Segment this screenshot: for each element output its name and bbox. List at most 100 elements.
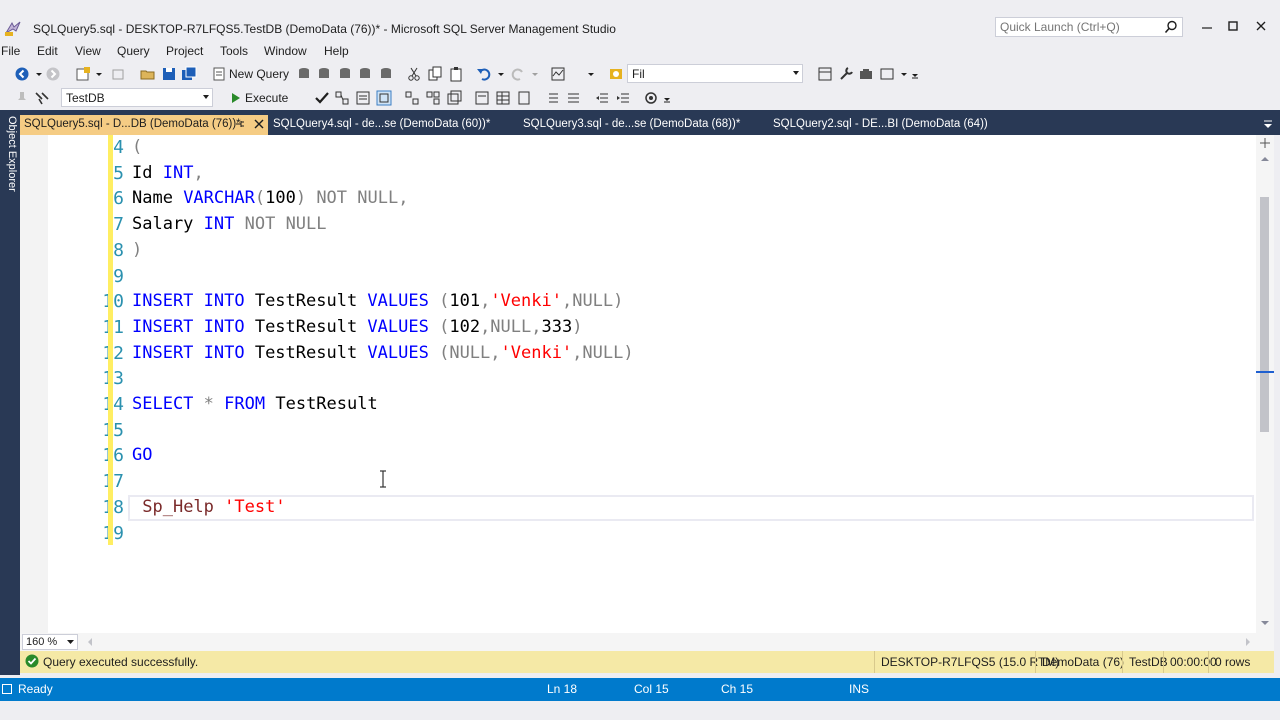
tab-sqlquery3[interactable]: SQLQuery3.sql - de...se (DemoData (68))* xyxy=(519,115,765,135)
estimated-plan-icon[interactable] xyxy=(334,90,350,106)
quick-launch-box[interactable] xyxy=(995,17,1183,37)
code-line: ( xyxy=(132,137,143,157)
chevron-down-icon[interactable] xyxy=(203,95,209,99)
close-button[interactable] xyxy=(1250,17,1272,37)
pin-tab-icon[interactable] xyxy=(235,119,245,129)
cut-icon[interactable] xyxy=(406,66,422,82)
code-line: Id INT, xyxy=(132,162,204,183)
forward-icon[interactable] xyxy=(45,66,61,82)
status-line: Ln 18 xyxy=(547,682,578,696)
decrease-indent-icon[interactable] xyxy=(594,90,610,106)
live-stats-icon[interactable] xyxy=(425,90,441,106)
tab-sqlquery5[interactable]: SQLQuery5.sql - D...DB (DemoData (76))* xyxy=(20,115,268,135)
database-selector[interactable]: TestDB xyxy=(61,88,213,107)
menu-query[interactable]: Query xyxy=(117,44,150,58)
toolbar-overflow-icon[interactable] xyxy=(660,90,676,106)
search-icon[interactable] xyxy=(1164,20,1178,34)
open-folder-icon[interactable] xyxy=(140,66,156,82)
menu-window[interactable]: Window xyxy=(264,44,307,58)
dropdown-arrow-icon[interactable] xyxy=(91,66,107,82)
pin-icon[interactable] xyxy=(14,90,30,106)
toolbar-overflow-icon[interactable] xyxy=(908,66,924,82)
find-combo[interactable]: Fil xyxy=(627,64,803,83)
save-all-icon[interactable] xyxy=(181,66,197,82)
include-plan-icon[interactable] xyxy=(404,90,420,106)
add-item-icon[interactable] xyxy=(110,66,126,82)
scroll-left-icon[interactable] xyxy=(86,637,94,647)
chevron-down-icon[interactable] xyxy=(793,71,799,75)
tab-sqlquery2[interactable]: SQLQuery2.sql - DE...BI (DemoData (64)) xyxy=(769,115,1015,135)
dropdown-arrow-icon[interactable] xyxy=(583,66,599,82)
wrench-icon[interactable] xyxy=(838,66,854,82)
minimize-button[interactable] xyxy=(1196,17,1218,37)
success-check-icon xyxy=(25,654,39,668)
scroll-up-icon[interactable] xyxy=(1260,155,1270,163)
maximize-button[interactable] xyxy=(1222,17,1244,37)
undo-icon[interactable] xyxy=(476,66,492,82)
new-query-button[interactable]: New Query xyxy=(229,67,289,81)
comment-lines-icon[interactable] xyxy=(545,90,561,106)
new-query-icon[interactable] xyxy=(211,66,227,82)
menu-help[interactable]: Help xyxy=(324,44,349,58)
save-icon[interactable] xyxy=(161,66,177,82)
execute-play-icon[interactable] xyxy=(228,90,244,106)
dropdown-arrow-icon[interactable] xyxy=(493,66,509,82)
paste-icon[interactable] xyxy=(448,66,464,82)
menu-edit[interactable]: Edit xyxy=(37,44,58,58)
tab-list-icon[interactable] xyxy=(1262,118,1274,130)
results-grid-icon[interactable] xyxy=(495,90,511,106)
results-to-grid-icon[interactable] xyxy=(376,90,392,106)
database-query-icon[interactable] xyxy=(296,66,312,82)
tab-sqlquery4[interactable]: SQLQuery4.sql - de...se (DemoData (60))* xyxy=(269,115,515,135)
dmx-query-icon[interactable] xyxy=(337,66,353,82)
status-rows: 0 rows xyxy=(1208,651,1250,673)
object-explorer-tab[interactable]: Object Explorer xyxy=(2,116,18,192)
back-icon[interactable] xyxy=(14,66,30,82)
results-to-text-icon[interactable] xyxy=(474,90,490,106)
redo-icon[interactable] xyxy=(510,66,526,82)
horizontal-scrollbar[interactable]: 160 % xyxy=(20,633,1274,651)
ssms-window: SQLQuery5.sql - DESKTOP-R7LFQS5.TestDB (… xyxy=(0,0,1280,720)
object-explorer-strip: Object Explorer xyxy=(0,110,20,675)
vertical-scrollbar[interactable] xyxy=(1256,135,1274,633)
zoom-selector[interactable]: 160 % xyxy=(22,634,78,650)
close-tab-icon[interactable] xyxy=(254,119,264,129)
mdx-query-icon[interactable] xyxy=(316,66,332,82)
execute-button[interactable]: Execute xyxy=(245,91,288,105)
new-project-icon[interactable] xyxy=(75,66,91,82)
scroll-down-icon[interactable] xyxy=(1260,619,1270,627)
results-to-icon[interactable] xyxy=(817,66,833,82)
editor-margin xyxy=(20,135,48,633)
menu-project[interactable]: Project xyxy=(166,44,203,58)
window-layout-icon[interactable] xyxy=(879,66,895,82)
change-connection-icon[interactable] xyxy=(34,90,50,106)
dax-query-icon[interactable] xyxy=(378,66,394,82)
parse-check-icon[interactable] xyxy=(314,90,330,106)
scrollbar-thumb[interactable] xyxy=(1260,197,1269,432)
code-line: GO xyxy=(132,445,153,466)
uncomment-lines-icon[interactable] xyxy=(566,90,582,106)
chevron-down-icon[interactable] xyxy=(67,640,74,645)
code-line: INSERT INTO TestResult VALUES (NULL,'Ven… xyxy=(132,342,634,363)
toolbox-icon[interactable] xyxy=(858,66,874,82)
tab-label: SQLQuery3.sql - de...se (DemoData (68))* xyxy=(523,118,741,130)
specify-values-icon[interactable] xyxy=(643,90,659,106)
code-line: ) xyxy=(132,239,143,260)
xmla-query-icon[interactable] xyxy=(357,66,373,82)
menu-file[interactable]: File xyxy=(1,44,20,58)
activity-monitor-icon[interactable] xyxy=(550,66,566,82)
query-editor[interactable]: 4 5 6 7 8 9 10 11 12 13 14 15 16 17 18 1… xyxy=(20,135,1260,633)
increase-indent-icon[interactable] xyxy=(615,90,631,106)
split-view-icon[interactable] xyxy=(1260,138,1270,148)
scroll-right-icon[interactable] xyxy=(1244,637,1252,647)
dropdown-arrow-icon[interactable] xyxy=(527,66,543,82)
menu-tools[interactable]: Tools xyxy=(220,44,248,58)
quick-launch-input[interactable] xyxy=(996,18,1156,36)
client-stats-icon[interactable] xyxy=(446,90,462,106)
copy-icon[interactable] xyxy=(427,66,443,82)
menu-view[interactable]: View xyxy=(75,44,101,58)
results-to-file-icon[interactable] xyxy=(516,90,532,106)
query-options-icon[interactable] xyxy=(355,90,371,106)
unsaved-changes-bar xyxy=(108,135,113,545)
find-icon[interactable] xyxy=(608,66,624,82)
